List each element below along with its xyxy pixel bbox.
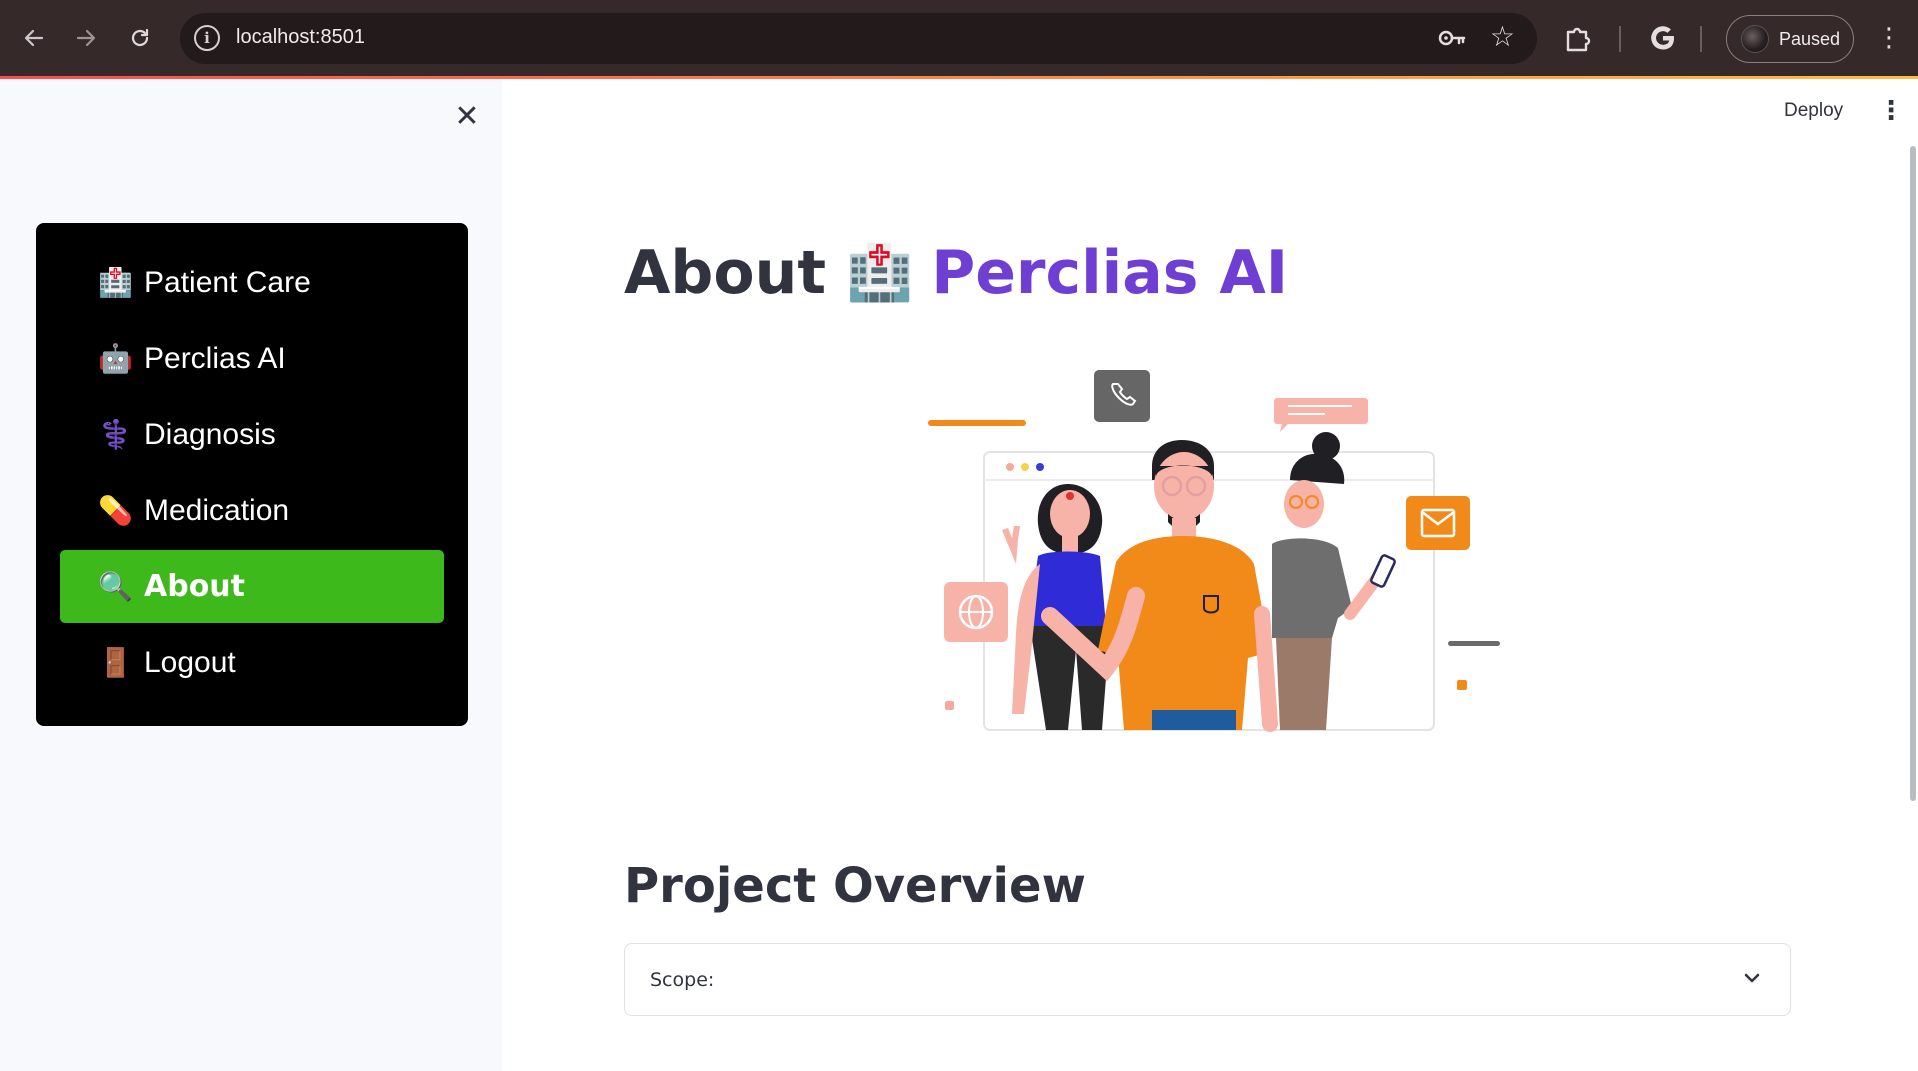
close-sidebar-icon[interactable]: ✕ bbox=[452, 102, 482, 132]
sidebar-item-label: Patient Care bbox=[144, 265, 311, 299]
hospital-icon: 🏥 bbox=[846, 241, 914, 304]
url-text[interactable]: localhost:8501 bbox=[236, 26, 365, 49]
reload-icon[interactable] bbox=[122, 20, 158, 56]
sidebar-item-label: About bbox=[144, 569, 246, 604]
page-title: About 🏥 Perclias AI bbox=[624, 238, 1288, 308]
profile-button[interactable]: Paused bbox=[1726, 15, 1854, 63]
magnifier-icon: 🔍 bbox=[98, 570, 133, 603]
medical-symbol-icon: ⚕️ bbox=[98, 418, 133, 451]
toolbar-divider bbox=[1619, 26, 1621, 52]
browser-menu-icon[interactable]: ⋮ bbox=[1876, 22, 1902, 54]
sidebar-item-medication[interactable]: 💊 Medication bbox=[60, 474, 444, 547]
sidebar-item-label: Medication bbox=[144, 493, 290, 527]
sidebar-item-diagnosis[interactable]: ⚕️ Diagnosis bbox=[60, 398, 444, 471]
pill-icon: 💊 bbox=[98, 494, 133, 527]
profile-status: Paused bbox=[1779, 28, 1841, 49]
section-heading: Project Overview bbox=[624, 858, 1086, 914]
team-illustration bbox=[920, 364, 1510, 744]
deploy-button[interactable]: Deploy bbox=[1784, 100, 1843, 122]
key-icon[interactable] bbox=[1437, 24, 1467, 52]
toolbar-divider bbox=[1700, 26, 1702, 52]
extensions-icon[interactable] bbox=[1562, 22, 1594, 54]
hospital-icon: 🏥 bbox=[98, 266, 133, 299]
robot-icon: 🤖 bbox=[98, 342, 133, 375]
navigation-menu: 🏥 Patient Care 🤖 Perclias AI ⚕️ Diagnosi… bbox=[36, 223, 468, 726]
profile-avatar bbox=[1741, 25, 1769, 53]
sidebar-item-label: Perclias AI bbox=[144, 341, 286, 375]
google-icon[interactable] bbox=[1648, 23, 1678, 53]
back-arrow-icon[interactable] bbox=[16, 20, 52, 56]
door-icon: 🚪 bbox=[98, 646, 133, 679]
bookmark-star-icon[interactable]: ☆ bbox=[1490, 22, 1515, 52]
browser-toolbar: i localhost:8501 ☆ Paused ⋮ bbox=[0, 0, 1918, 78]
forward-arrow-icon[interactable] bbox=[68, 20, 104, 56]
sidebar-item-perclias-ai[interactable]: 🤖 Perclias AI bbox=[60, 322, 444, 395]
address-bar[interactable]: i localhost:8501 ☆ bbox=[180, 13, 1537, 64]
sidebar-item-label: Logout bbox=[144, 645, 236, 679]
scrollbar[interactable] bbox=[1910, 146, 1916, 801]
sidebar-item-about[interactable]: 🔍 About bbox=[60, 550, 444, 623]
title-prefix: About bbox=[624, 238, 827, 308]
chevron-down-icon[interactable] bbox=[1742, 968, 1762, 988]
scope-expander[interactable]: Scope: bbox=[624, 943, 1791, 1016]
title-brand: Perclias AI bbox=[931, 238, 1289, 308]
site-info-icon[interactable]: i bbox=[194, 25, 220, 51]
expander-label: Scope: bbox=[650, 969, 715, 991]
sidebar: ✕ 🏥 Patient Care 🤖 Perclias AI ⚕️ Diagno… bbox=[0, 79, 502, 1071]
sidebar-item-logout[interactable]: 🚪 Logout bbox=[60, 626, 444, 699]
app-menu-icon[interactable]: ⋮ bbox=[1878, 96, 1904, 126]
sidebar-item-patient-care[interactable]: 🏥 Patient Care bbox=[60, 246, 444, 319]
sidebar-item-label: Diagnosis bbox=[144, 417, 276, 451]
